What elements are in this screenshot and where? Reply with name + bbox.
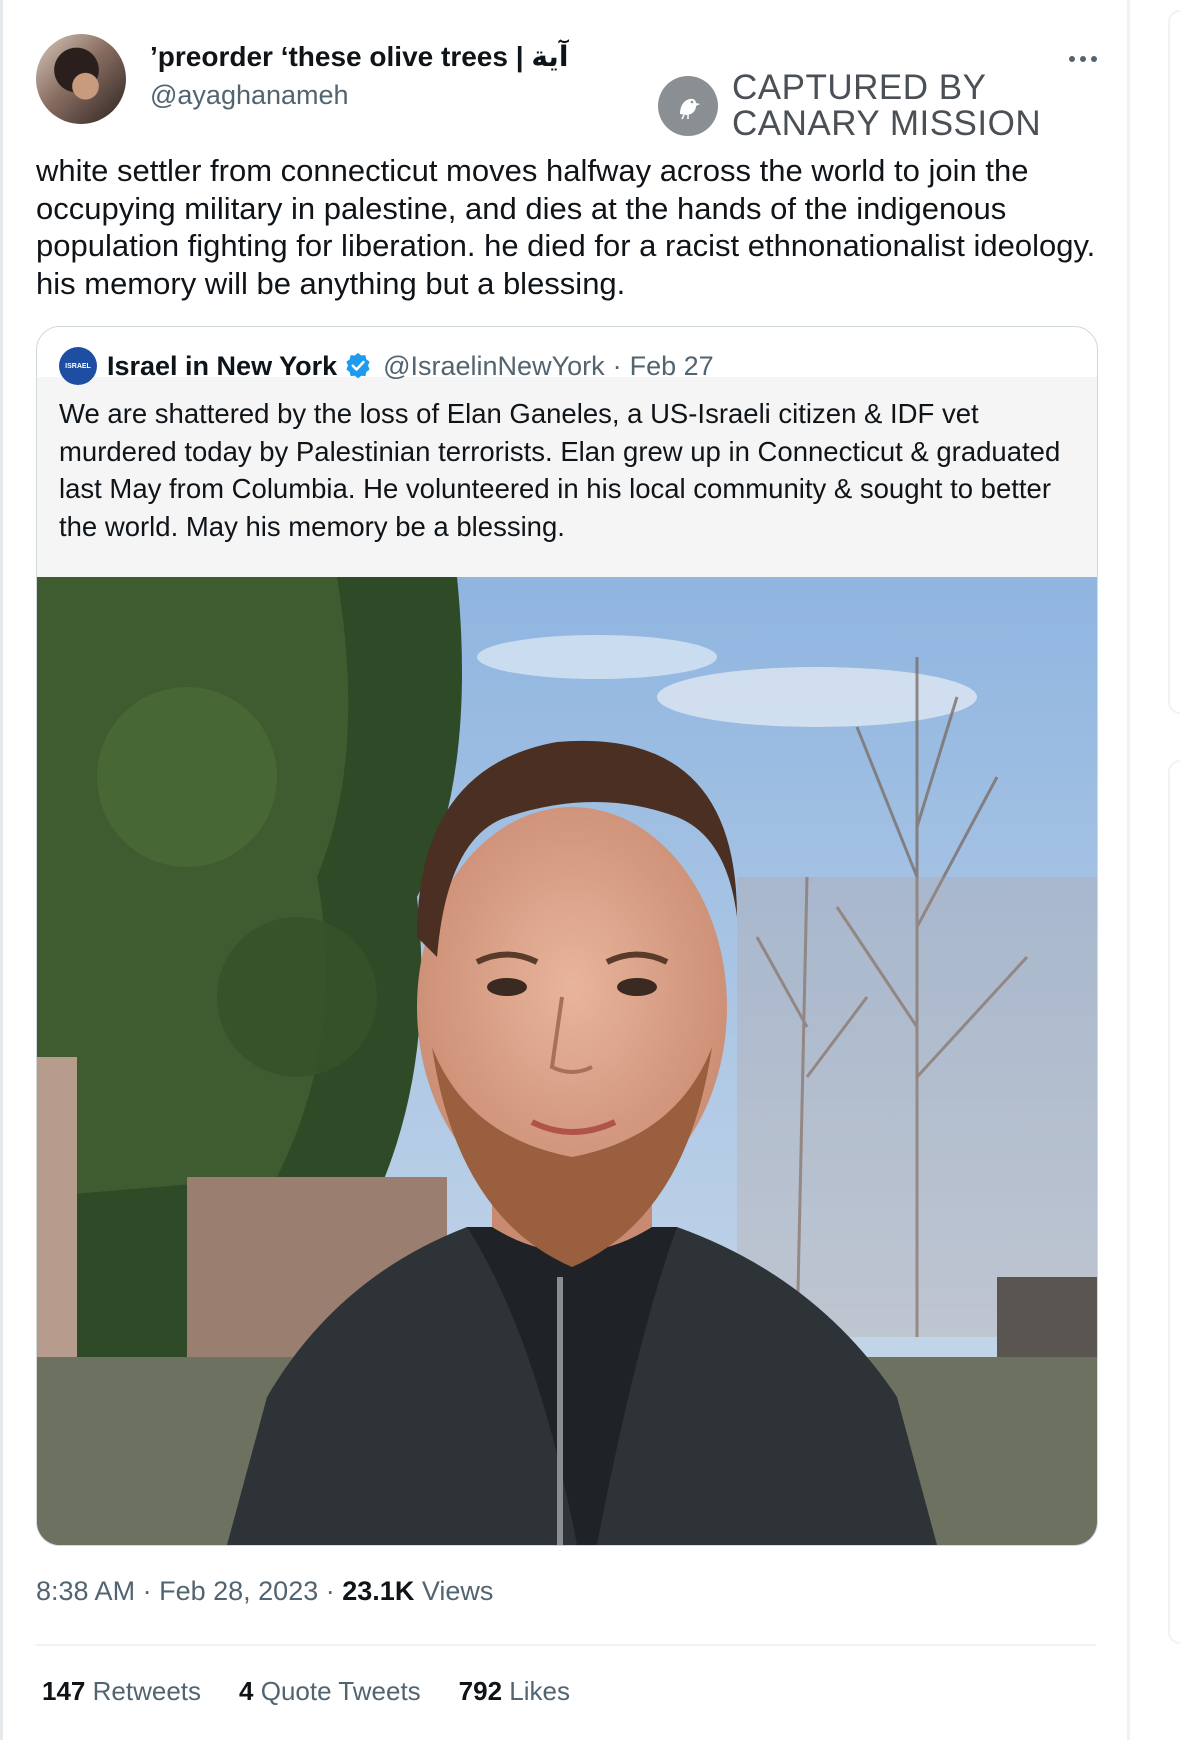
more-options-icon[interactable] xyxy=(1066,42,1100,76)
watermark-line-2: CANARY MISSION xyxy=(732,104,1042,143)
quoted-tweet-date[interactable]: Feb 27 xyxy=(630,351,714,382)
tweet-date[interactable]: Feb 28, 2023 xyxy=(159,1576,318,1606)
separator-dot: · xyxy=(325,1576,335,1606)
quoted-author-handle[interactable]: @IsraelinNewYork xyxy=(383,351,605,382)
likes-count: 792 xyxy=(458,1676,503,1706)
sidebar-card-edge xyxy=(1168,10,1180,714)
author-handle[interactable]: @ayaghanameh xyxy=(150,80,349,111)
quoted-author-name[interactable]: Israel in New York xyxy=(107,351,337,382)
divider xyxy=(36,1644,1096,1646)
right-border xyxy=(1127,0,1130,1740)
retweets-stat[interactable]: 147 Retweets xyxy=(42,1676,201,1707)
views-count: 23.1K xyxy=(342,1576,415,1606)
watermark-line-1: CAPTURED BY xyxy=(732,68,987,107)
quoted-tweet-photo[interactable] xyxy=(37,577,1097,1545)
tweet-time[interactable]: 8:38 AM xyxy=(36,1576,135,1606)
retweets-label: Retweets xyxy=(92,1676,202,1706)
quoted-avatar-label: ISRAEL xyxy=(65,362,91,370)
separator-dot: · xyxy=(142,1576,152,1606)
canary-mission-watermark: CAPTURED BY CANARY MISSION xyxy=(658,70,1041,142)
quoted-tweet-text: We are shattered by the loss of Elan Gan… xyxy=(59,398,1061,542)
separator-dot: · xyxy=(612,350,622,381)
likes-label: Likes xyxy=(509,1676,570,1706)
author-display-name[interactable]: آية | preorder ‘these olive trees’ xyxy=(150,40,568,73)
author-avatar[interactable] xyxy=(36,34,126,124)
quote-tweets-stat[interactable]: 4 Quote Tweets xyxy=(239,1676,421,1707)
verified-badge-icon xyxy=(343,351,373,381)
quote-tweets-label: Quote Tweets xyxy=(260,1676,421,1706)
engagement-stats: 147 Retweets 4 Quote Tweets 792 Likes xyxy=(42,1676,608,1707)
quote-tweets-count: 4 xyxy=(239,1676,254,1706)
quoted-tweet-card[interactable]: ISRAEL Israel in New York @IsraelinNewYo… xyxy=(36,326,1098,1546)
left-border xyxy=(0,0,3,1740)
views-label: Views xyxy=(421,1576,494,1606)
retweets-count: 147 xyxy=(42,1676,86,1706)
likes-stat[interactable]: 792 Likes xyxy=(459,1676,570,1707)
quoted-author-avatar[interactable]: ISRAEL xyxy=(59,347,97,385)
sidebar-card-edge xyxy=(1168,760,1180,1644)
quoted-tweet-header: ISRAEL Israel in New York @IsraelinNewYo… xyxy=(59,347,714,385)
tweet-text: white settler from connecticut moves hal… xyxy=(36,153,1096,301)
canary-bird-icon xyxy=(658,76,718,136)
tweet-timestamp-row: 8:38 AM · Feb 28, 2023 · 23.1K Views xyxy=(36,1576,493,1607)
